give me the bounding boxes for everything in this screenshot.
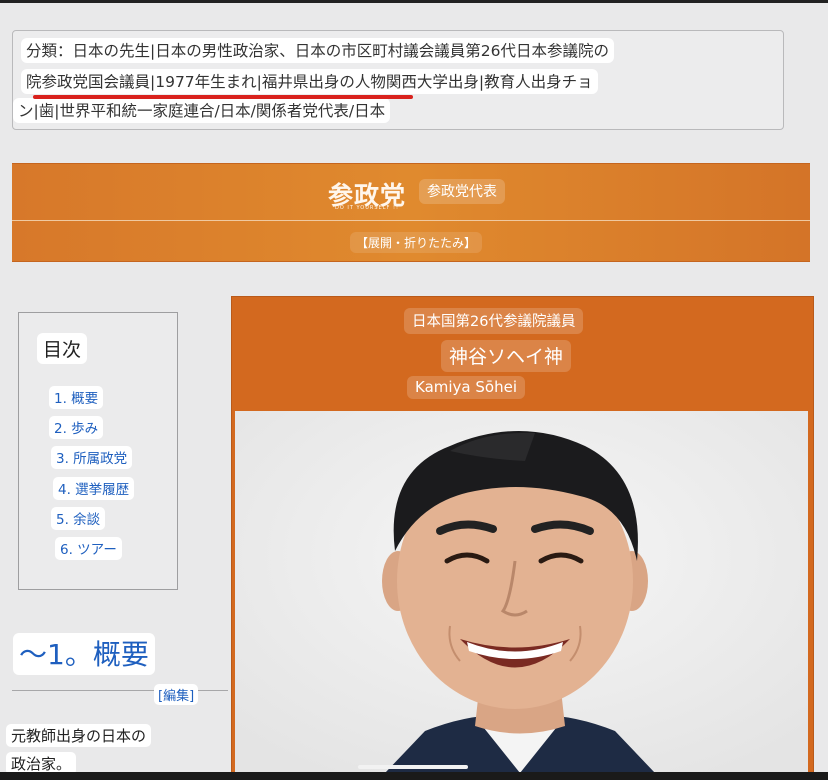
body-text-line-1: 元教師出身の日本の — [6, 724, 152, 747]
infobox: 日本国第26代参議院議員 神谷ソヘイ神 Kamiya Sōhei — [231, 296, 814, 772]
category-line-2[interactable]: 院参政党国会議員|1977年生まれ|福井県出身の人物関西大学出身|教育人出身チョ — [21, 69, 598, 94]
infobox-header: 日本国第26代参議院議員 神谷ソヘイ神 Kamiya Sōhei — [232, 297, 813, 411]
toc-item-overview[interactable]: 1. 概要 — [49, 386, 104, 409]
category-line-1[interactable]: 分類：日本の先生|日本の男性政治家、日本の市区町村議会議員第26代日本参議院の — [21, 38, 614, 63]
infobox-position: 日本国第26代参議院議員 — [404, 308, 584, 334]
category-box: 分類：日本の先生|日本の男性政治家、日本の市区町村議会議員第26代日本参議院の … — [12, 30, 784, 130]
toc-item-party[interactable]: 3. 所属政党 — [51, 446, 133, 469]
toc-item-history[interactable]: 2. 歩み — [49, 416, 104, 439]
red-underline-annotation — [33, 95, 413, 99]
party-logo-subtext: DO IT YOURSELF !! — [335, 205, 399, 211]
toc-item-trivia[interactable]: 5. 余談 — [51, 507, 106, 530]
portrait-illustration — [235, 411, 808, 772]
navbox-divider — [12, 220, 810, 221]
party-representative-label[interactable]: 参政党代表 — [419, 179, 505, 204]
infobox-name: 神谷ソヘイ神 — [441, 340, 572, 372]
toc-title: 目次 — [37, 333, 88, 364]
section-heading-overview: 〜1。概要 — [13, 633, 155, 675]
party-logo: 参政党 DO IT YOURSELF !! — [322, 176, 412, 214]
toc-item-elections[interactable]: 4. 選挙履歴 — [53, 477, 135, 500]
category-line-3[interactable]: ン|歯|世界平和統一家庭連合/日本/関係者党代表/日本 — [13, 98, 391, 123]
scroll-indicator — [358, 765, 468, 769]
portrait-photo — [235, 411, 808, 772]
body-text-line-2: 政治家。 — [6, 752, 77, 772]
top-border — [0, 0, 828, 3]
infobox-romaji: Kamiya Sōhei — [407, 376, 525, 399]
table-of-contents: 目次 1. 概要 2. 歩み 3. 所属政党 4. 選挙履歴 5. 余談 6. … — [18, 312, 178, 590]
party-navbox: 参政党 DO IT YOURSELF !! 参政党代表 【展開・折りたたみ】 — [12, 163, 810, 262]
edit-link[interactable]: [編集] — [154, 684, 199, 705]
toc-item-tour[interactable]: 6. ツアー — [55, 537, 122, 560]
expand-collapse-toggle[interactable]: 【展開・折りたたみ】 — [350, 232, 483, 253]
wiki-page: 分類：日本の先生|日本の男性政治家、日本の市区町村議会議員第26代日本参議院の … — [0, 0, 828, 772]
